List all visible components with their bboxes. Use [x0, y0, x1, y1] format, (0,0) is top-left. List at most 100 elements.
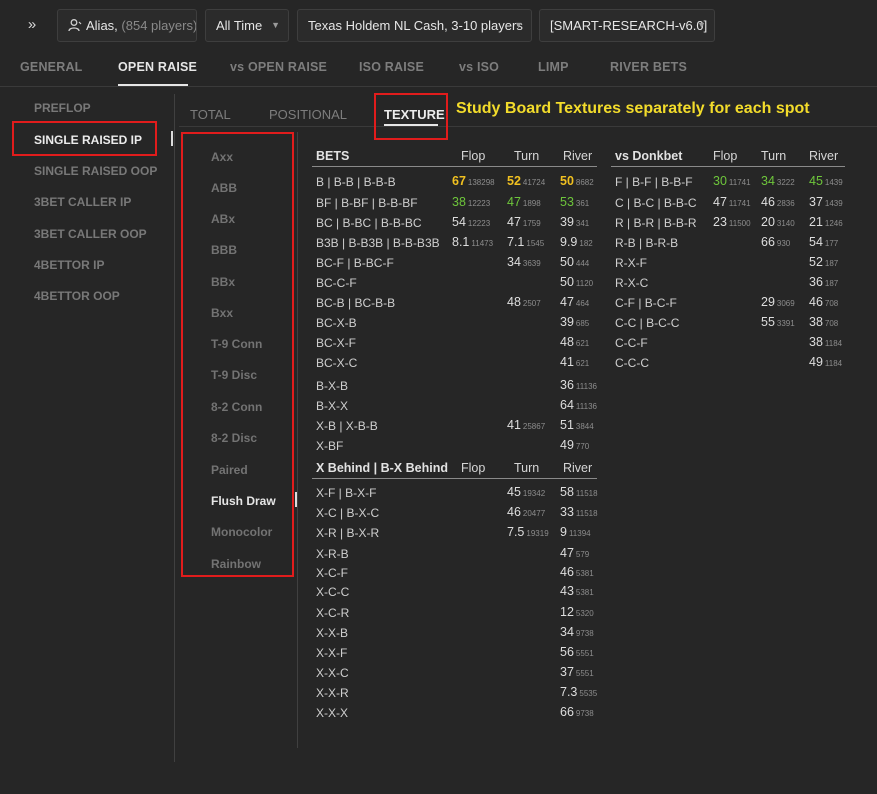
- sample-count: 9738: [575, 709, 594, 718]
- stat-cell-river[interactable]: 50 444: [560, 255, 589, 269]
- game-filter-value: Texas Holdem NL Cash, 3-10 players: [308, 18, 523, 33]
- stat-cell-river[interactable]: 49 1184: [809, 355, 842, 369]
- stat-cell-turn[interactable]: 29 3069: [761, 295, 795, 309]
- alias-selector[interactable]: Alias, (854 players): [57, 9, 197, 42]
- column-header: Flop: [713, 149, 738, 163]
- stat-cell-river[interactable]: 56 5551: [560, 645, 594, 659]
- tab-general[interactable]: GENERAL: [20, 60, 83, 74]
- stat-value: 36: [560, 378, 574, 392]
- stat-cell-flop[interactable]: 67 138298: [452, 174, 495, 188]
- stat-cell-river[interactable]: 9 11394: [560, 525, 591, 539]
- stat-cell-flop[interactable]: 47 11741: [713, 195, 751, 209]
- stat-cell-turn[interactable]: 47 1898: [507, 195, 541, 209]
- stat-cell-river[interactable]: 66 9738: [560, 705, 594, 719]
- stat-cell-turn[interactable]: 47 1759: [507, 215, 541, 229]
- tab-vs-iso[interactable]: vs ISO: [459, 60, 499, 74]
- sample-count: 3639: [522, 259, 541, 268]
- stat-cell-river[interactable]: 38 708: [809, 315, 838, 329]
- stat-value: 47: [507, 215, 521, 229]
- stat-cell-river[interactable]: 33 11518: [560, 505, 598, 519]
- tab-positional[interactable]: POSITIONAL: [269, 107, 347, 122]
- expand-panel-icon[interactable]: »: [18, 14, 46, 38]
- stat-cell-river[interactable]: 39 685: [560, 315, 589, 329]
- tab-vs-open-raise[interactable]: vs OPEN RAISE: [230, 60, 327, 74]
- sidebar-item-preflop[interactable]: PREFLOP: [34, 101, 91, 115]
- stat-cell-river[interactable]: 37 1439: [809, 195, 843, 209]
- stat-cell-turn[interactable]: 52 41724: [507, 174, 545, 188]
- sample-count: 1120: [575, 279, 594, 288]
- row-label: X-X-B: [316, 626, 349, 640]
- stat-cell-turn[interactable]: 20 3140: [761, 215, 795, 229]
- profile-dropdown[interactable]: [SMART-RESEARCH-v6.0] ▼: [539, 9, 715, 42]
- stat-cell-flop[interactable]: 54 12223: [452, 215, 490, 229]
- stat-cell-river[interactable]: 50 8682: [560, 174, 594, 188]
- sidebar-item-single-raised-oop[interactable]: SINGLE RAISED OOP: [34, 164, 157, 178]
- sample-count: 930: [776, 239, 791, 248]
- tab-total[interactable]: TOTAL: [190, 107, 231, 122]
- stat-cell-river[interactable]: 34 9738: [560, 625, 594, 639]
- stat-cell-flop[interactable]: 23 11500: [713, 215, 751, 229]
- stat-cell-river[interactable]: 45 1439: [809, 174, 843, 188]
- sample-count: 19342: [522, 489, 546, 498]
- stat-cell-river[interactable]: 37 5551: [560, 665, 594, 679]
- time-filter-dropdown[interactable]: All Time ▼: [205, 9, 289, 42]
- stat-cell-river[interactable]: 7.3 5535: [560, 685, 597, 699]
- stat-cell-river[interactable]: 64 11136: [560, 398, 597, 412]
- stat-cell-turn[interactable]: 66 930: [761, 235, 790, 249]
- stat-cell-river[interactable]: 12 5320: [560, 605, 594, 619]
- stat-cell-turn[interactable]: 34 3639: [507, 255, 541, 269]
- row-label: C-C | B-C-C: [615, 316, 680, 330]
- stat-cell-river[interactable]: 36 187: [809, 275, 838, 289]
- stat-cell-turn[interactable]: 48 2507: [507, 295, 541, 309]
- stat-value: 38: [809, 315, 823, 329]
- stat-cell-river[interactable]: 48 621: [560, 335, 589, 349]
- stat-cell-turn[interactable]: 46 20477: [507, 505, 545, 519]
- stat-cell-river[interactable]: 46 5381: [560, 565, 594, 579]
- stat-cell-turn[interactable]: 34 3222: [761, 174, 795, 188]
- stat-cell-river[interactable]: 49 770: [560, 438, 589, 452]
- game-filter-dropdown[interactable]: Texas Holdem NL Cash, 3-10 players ▼: [297, 9, 532, 42]
- stat-cell-river[interactable]: 58 11518: [560, 485, 598, 499]
- stat-cell-river[interactable]: 38 1184: [809, 335, 842, 349]
- stat-cell-turn[interactable]: 55 3391: [761, 315, 795, 329]
- stat-cell-turn[interactable]: 7.5 19319: [507, 525, 549, 539]
- stat-cell-turn[interactable]: 46 2836: [761, 195, 795, 209]
- stat-cell-river[interactable]: 50 1120: [560, 275, 593, 289]
- stat-cell-river[interactable]: 46 708: [809, 295, 838, 309]
- sidebar-item-3bet-caller-ip[interactable]: 3BET CALLER IP: [34, 195, 131, 209]
- stat-value: 41: [507, 418, 521, 432]
- stat-cell-river[interactable]: 9.9 182: [560, 235, 593, 249]
- tab-open-raise[interactable]: OPEN RAISE: [118, 60, 197, 74]
- sample-count: 770: [575, 442, 590, 451]
- stat-cell-river[interactable]: 47 464: [560, 295, 589, 309]
- stat-cell-river[interactable]: 21 1246: [809, 215, 843, 229]
- stat-cell-river[interactable]: 47 579: [560, 546, 589, 560]
- stat-cell-river[interactable]: 43 5381: [560, 584, 594, 598]
- sidebar-item-4bettor-ip[interactable]: 4BETTOR IP: [34, 258, 104, 272]
- stat-cell-flop[interactable]: 38 12223: [452, 195, 490, 209]
- tab-limp[interactable]: LIMP: [538, 60, 569, 74]
- row-label: X-X-X: [316, 706, 349, 720]
- stat-value: 7.5: [507, 525, 525, 539]
- stat-cell-turn[interactable]: 41 25867: [507, 418, 545, 432]
- stat-cell-flop[interactable]: 8.1 11473: [452, 235, 493, 249]
- sidebar-item-3bet-caller-oop[interactable]: 3BET CALLER OOP: [34, 227, 147, 241]
- sidebar-item-4bettor-oop[interactable]: 4BETTOR OOP: [34, 289, 120, 303]
- stat-cell-river[interactable]: 41 621: [560, 355, 589, 369]
- stat-cell-turn[interactable]: 7.1 1545: [507, 235, 544, 249]
- tab-iso-raise[interactable]: ISO RAISE: [359, 60, 424, 74]
- row-label: BC-X-B: [316, 316, 357, 330]
- sample-count: 621: [575, 359, 590, 368]
- stat-cell-river[interactable]: 39 341: [560, 215, 589, 229]
- stat-cell-river[interactable]: 54 177: [809, 235, 838, 249]
- sample-count: 5381: [575, 588, 594, 597]
- stat-cell-turn[interactable]: 45 19342: [507, 485, 545, 499]
- stat-cell-river[interactable]: 53 361: [560, 195, 589, 209]
- stat-cell-river[interactable]: 51 3844: [560, 418, 594, 432]
- stat-cell-river[interactable]: 52 187: [809, 255, 838, 269]
- sample-count: 11136: [575, 402, 597, 411]
- stat-cell-river[interactable]: 36 11136: [560, 378, 597, 392]
- tab-river-bets[interactable]: RIVER BETS: [610, 60, 687, 74]
- row-label: BC-X-F: [316, 336, 356, 350]
- stat-cell-flop[interactable]: 30 11741: [713, 174, 751, 188]
